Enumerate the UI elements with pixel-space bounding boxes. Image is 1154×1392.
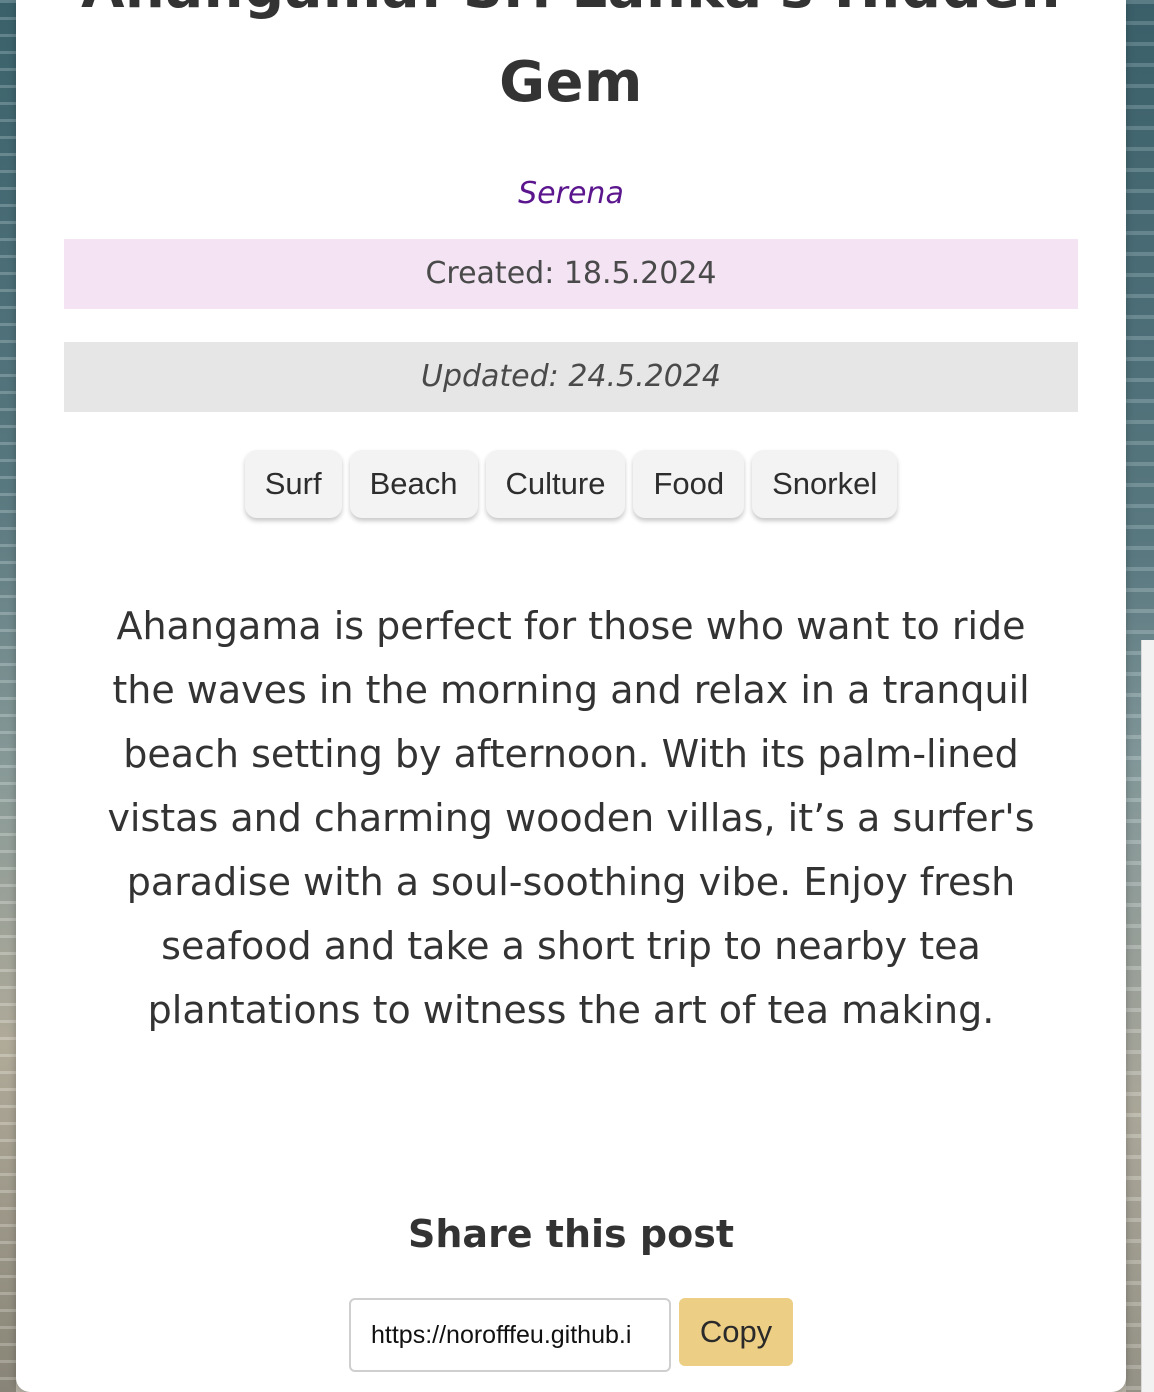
- tag-culture[interactable]: Culture: [485, 450, 626, 518]
- copy-button[interactable]: Copy: [679, 1298, 793, 1366]
- created-date: Created: 18.5.2024: [64, 239, 1078, 309]
- tag-snorkel[interactable]: Snorkel: [752, 450, 898, 518]
- tag-surf[interactable]: Surf: [244, 450, 342, 518]
- post-title: Ahangama: Sri Lanka's Hidden Gem: [81, 0, 1060, 115]
- share-url-input[interactable]: [349, 1298, 671, 1372]
- tag-food[interactable]: Food: [633, 450, 745, 518]
- tag-beach[interactable]: Beach: [349, 450, 478, 518]
- background-image-left: [0, 0, 16, 1392]
- share-heading: Share this post: [408, 1212, 734, 1256]
- post-card: Ahangama: Sri Lanka's Hidden Gem Serena …: [16, 0, 1126, 1392]
- updated-date: Updated: 24.5.2024: [64, 342, 1078, 412]
- share-controls: Copy: [349, 1298, 793, 1372]
- post-body: Ahangama is perfect for those who want t…: [107, 604, 1035, 1032]
- tag-list: Surf Beach Culture Food Snorkel: [64, 450, 1078, 518]
- scrollbar[interactable]: [1141, 640, 1154, 1392]
- post-author: Serena: [518, 176, 624, 211]
